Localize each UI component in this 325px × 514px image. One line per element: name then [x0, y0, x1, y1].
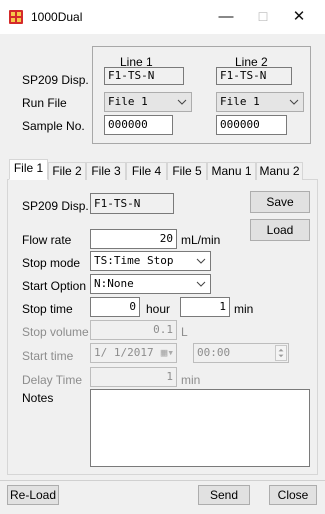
tab-file-5[interactable]: File 5 — [167, 162, 207, 180]
tab-file-2[interactable]: File 2 — [48, 162, 86, 180]
flow-rate-unit: mL/min — [181, 233, 221, 247]
start-date-value: 1/ 1/2017 — [94, 346, 154, 359]
stop-volume-input: 0.1 — [90, 320, 177, 340]
stop-mode-value: TS:Time Stop — [94, 254, 174, 267]
start-clock-value: 00:00 — [197, 346, 231, 359]
run-file-label: Run File — [22, 96, 67, 110]
stop-time-minutes-input[interactable]: 1 — [180, 297, 230, 317]
maximize-button: ☐ — [245, 4, 281, 30]
close-button[interactable]: Close — [269, 485, 317, 505]
chevron-down-icon — [196, 258, 206, 264]
sp209-display-field: F1-TS-N — [90, 193, 174, 214]
stop-volume-label: Stop volume — [22, 325, 89, 339]
save-button[interactable]: Save — [250, 191, 310, 213]
tab-file-3[interactable]: File 3 — [86, 162, 126, 180]
line2-sp209-field: F1-TS-N — [216, 67, 292, 85]
stop-time-label: Stop time — [22, 302, 73, 316]
load-button[interactable]: Load — [250, 219, 310, 241]
chevron-down-icon — [289, 99, 299, 105]
line2-run-file-select[interactable]: File 1 — [216, 92, 304, 112]
start-date-picker: 1/ 1/2017 ▦▾ — [90, 343, 177, 363]
app-icon — [9, 10, 23, 24]
stop-time-min-unit: min — [234, 302, 254, 316]
stop-mode-select[interactable]: TS:Time Stop — [90, 251, 211, 271]
delay-time-input: 1 — [90, 367, 177, 387]
reload-button[interactable]: Re-Load — [7, 485, 59, 505]
notes-label: Notes — [22, 391, 54, 405]
line1-run-file-value: File 1 — [108, 95, 148, 108]
send-button[interactable]: Send — [198, 485, 250, 505]
flow-rate-label: Flow rate — [22, 233, 72, 247]
line1-sample-no-input[interactable]: 000000 — [104, 115, 173, 135]
start-time-label: Start time — [22, 349, 74, 363]
chevron-down-icon — [196, 281, 206, 287]
line1-run-file-select[interactable]: File 1 — [104, 92, 192, 112]
sp209-header-label: SP209 Disp. — [22, 73, 89, 87]
tab-file-1[interactable]: File 1 — [9, 159, 48, 180]
tab-file-4[interactable]: File 4 — [126, 162, 167, 180]
title-bar: 1000Dual — ☐ ✕ — [0, 0, 325, 34]
delay-time-label: Delay Time — [22, 373, 83, 387]
maximize-icon: ☐ — [257, 10, 269, 24]
line1-sp209-field: F1-TS-N — [104, 67, 184, 85]
footer-separator — [0, 480, 325, 481]
stop-time-hour-unit: hour — [146, 302, 171, 316]
stop-time-hours-input[interactable]: 0 — [90, 297, 140, 317]
minimize-button[interactable]: — — [208, 4, 244, 30]
tab-manu-2[interactable]: Manu 2 — [256, 162, 303, 180]
chevron-down-icon — [177, 99, 187, 105]
sp209-label: SP209 Disp. — [22, 199, 89, 213]
calendar-dropdown-icon: ▦▾ — [160, 346, 174, 359]
close-window-button[interactable]: ✕ — [281, 4, 317, 30]
flow-rate-input[interactable]: 20 — [90, 229, 177, 249]
notes-textarea[interactable] — [90, 389, 310, 467]
line2-sample-no-input[interactable]: 000000 — [216, 115, 287, 135]
start-option-select[interactable]: N:None — [90, 274, 211, 294]
stop-volume-unit: L — [181, 325, 188, 339]
delay-time-unit: min — [181, 373, 201, 387]
start-option-label: Start Option — [22, 279, 87, 293]
window-title: 1000Dual — [31, 10, 83, 24]
minimize-icon: — — [218, 8, 234, 25]
tab-manu-1[interactable]: Manu 1 — [207, 162, 256, 180]
line2-run-file-value: File 1 — [220, 95, 260, 108]
start-clock-input: 00:00 — [193, 343, 289, 363]
close-icon: ✕ — [292, 8, 306, 25]
spinner-icon — [275, 345, 287, 361]
start-option-value: N:None — [94, 277, 134, 290]
stop-mode-label: Stop mode — [22, 256, 81, 270]
sample-no-label: Sample No. — [22, 119, 85, 133]
